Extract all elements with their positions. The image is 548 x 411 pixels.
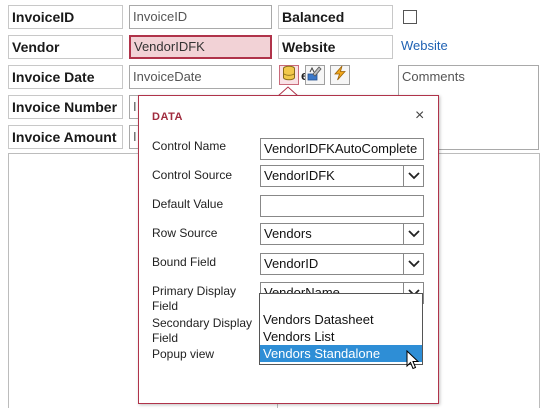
primary-display-field-label-line1: Primary Display <box>152 284 237 298</box>
data-properties-button[interactable] <box>279 65 299 85</box>
invoice-amount-label: Invoice Amount <box>8 125 123 149</box>
primary-display-field-label-line2: Field <box>152 299 179 313</box>
secondary-display-field-label-line2: Field <box>152 331 179 345</box>
formatting-button[interactable] <box>305 65 325 85</box>
list-item[interactable] <box>260 294 422 311</box>
control-source-value: VendorIDFK <box>264 168 335 183</box>
close-icon[interactable]: × <box>415 108 424 124</box>
invoice-date-field[interactable]: InvoiceDate <box>129 65 272 89</box>
balanced-label: Balanced <box>278 5 393 29</box>
actions-button[interactable] <box>330 65 350 85</box>
secondary-display-field-label-line1: Secondary Display <box>152 316 253 330</box>
row-source-label: Row Source <box>152 226 218 240</box>
default-value-input[interactable] <box>260 195 424 217</box>
row-source-value: Vendors <box>264 226 312 241</box>
formatting-icon <box>307 65 323 86</box>
invoice-id-field[interactable]: InvoiceID <box>129 5 272 29</box>
popup-view-dropdown-list[interactable]: Vendors Datasheet Vendors List Vendors S… <box>259 293 423 365</box>
control-name-label: Control Name <box>152 139 227 153</box>
mouse-cursor-icon <box>406 350 420 370</box>
website-link[interactable]: Website <box>398 35 538 59</box>
chevron-down-icon[interactable] <box>403 166 423 186</box>
website-label: Website <box>278 35 393 59</box>
popup-title: DATA <box>152 111 183 123</box>
bound-field-select[interactable]: VendorID <box>260 253 424 275</box>
database-icon <box>282 65 296 86</box>
form-divider-left <box>8 153 9 408</box>
control-name-input[interactable]: VendorIDFKAutoComplete <box>260 138 424 160</box>
popup-view-label: Popup view <box>152 347 215 361</box>
bound-field-label: Bound Field <box>152 255 217 269</box>
list-item[interactable]: Vendors List <box>260 328 422 345</box>
control-source-label: Control Source <box>152 168 233 182</box>
invoice-date-label: Invoice Date <box>8 65 123 89</box>
invoice-id-label: InvoiceID <box>8 5 123 29</box>
control-source-select[interactable]: VendorIDFK <box>260 165 424 187</box>
default-value-label: Default Value <box>152 197 224 211</box>
chevron-down-icon[interactable] <box>403 254 423 274</box>
vendor-label: Vendor <box>8 35 123 59</box>
row-source-select[interactable]: Vendors <box>260 223 424 245</box>
lightning-icon <box>333 65 347 86</box>
secondary-display-field-label: Secondary Display Field <box>152 316 252 346</box>
list-item-selected[interactable]: Vendors Standalone <box>260 345 422 362</box>
list-item[interactable]: Vendors Datasheet <box>260 311 422 328</box>
form-divider-right <box>539 153 540 408</box>
vendor-field[interactable]: VendorIDFK <box>129 35 272 59</box>
balanced-checkbox[interactable] <box>403 10 417 24</box>
bound-field-value: VendorID <box>264 256 319 271</box>
invoice-number-label: Invoice Number <box>8 95 123 119</box>
primary-display-field-label: Primary Display Field <box>152 284 236 314</box>
chevron-down-icon[interactable] <box>403 224 423 244</box>
